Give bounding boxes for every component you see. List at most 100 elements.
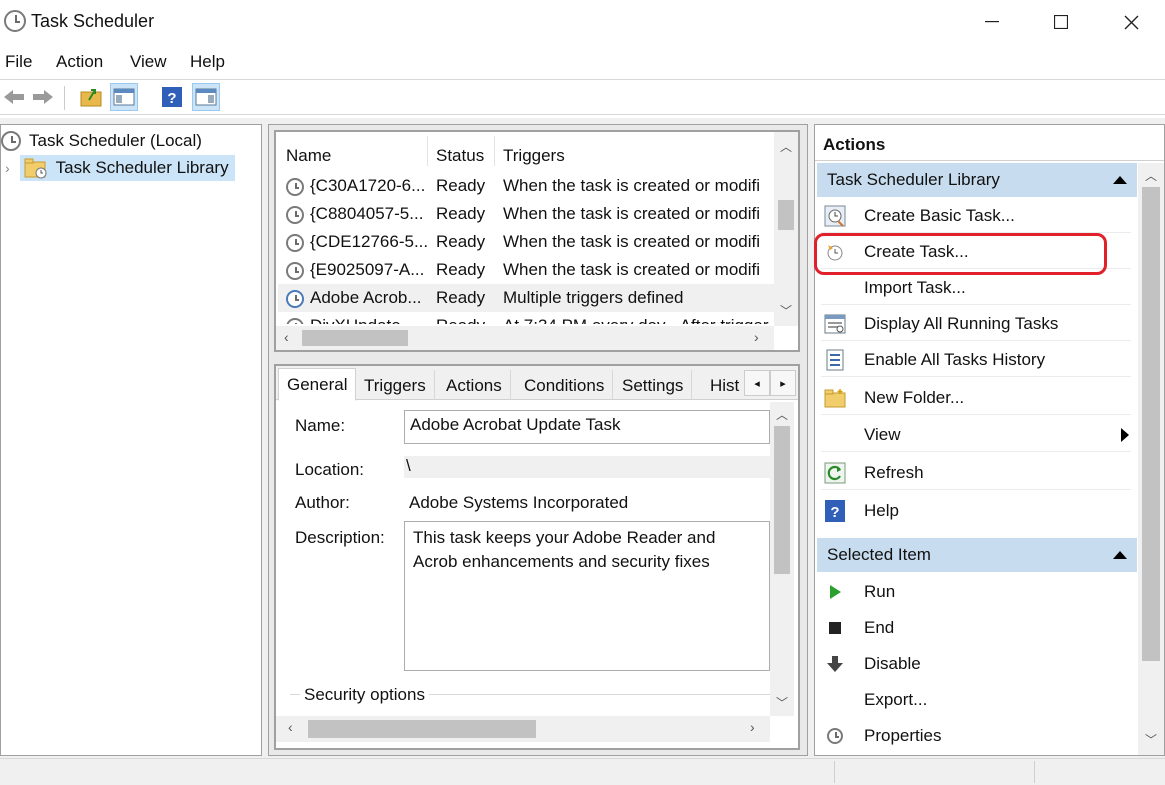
column-header-status[interactable]: Status <box>436 146 484 166</box>
tree-item-root[interactable]: Task Scheduler (Local) <box>1 128 202 154</box>
column-divider[interactable] <box>427 136 428 166</box>
menu-file[interactable]: File <box>5 52 32 72</box>
task-status: Ready <box>436 260 486 279</box>
collapse-arrow-icon[interactable] <box>1113 551 1127 559</box>
menu-action[interactable]: Action <box>56 52 103 72</box>
action-new-folder[interactable]: New Folder... <box>821 381 1131 415</box>
task-clock-icon <box>286 318 304 324</box>
tab-settings[interactable]: Settings <box>614 370 693 400</box>
up-folder-button[interactable] <box>77 83 105 111</box>
action-help[interactable]: ? Help <box>821 494 1131 528</box>
scrollbar-thumb[interactable] <box>1142 187 1160 661</box>
scroll-down-arrow-icon[interactable]: ﹀ <box>780 302 792 319</box>
tab-actions[interactable]: Actions <box>438 370 511 400</box>
tab-conditions[interactable]: Conditions <box>516 370 614 400</box>
task-row[interactable]: {CDE12766-5... Ready When the task is cr… <box>278 228 774 256</box>
scrollbar-thumb[interactable] <box>778 200 794 230</box>
action-label: End <box>864 618 895 637</box>
task-name: {E9025097-A... <box>310 260 425 279</box>
tab-scroll-left-button[interactable]: ◂ <box>744 370 770 396</box>
tree-item-library[interactable]: › Task Scheduler Library <box>5 155 235 181</box>
action-label: New Folder... <box>864 387 965 407</box>
tab-scroll-right-button[interactable]: ▸ <box>770 370 796 396</box>
scroll-left-arrow-icon[interactable]: ‹ <box>284 329 289 345</box>
action-label: Import Task... <box>864 277 966 297</box>
task-row[interactable]: {C30A1720-6... Ready When the task is cr… <box>278 172 774 200</box>
help-button[interactable]: ? <box>158 83 186 111</box>
actions-vertical-scrollbar[interactable]: ︿ ﹀ <box>1138 163 1164 755</box>
task-triggers: When the task is created or modifi <box>503 260 761 279</box>
scroll-down-arrow-icon[interactable]: ﹀ <box>1145 731 1157 748</box>
task-row-selected[interactable]: Adobe Acrob... Ready Multiple triggers d… <box>278 284 774 312</box>
description-field[interactable]: This task keeps your Adobe Reader and Ac… <box>404 521 770 671</box>
task-list-horizontal-scrollbar[interactable]: ‹ › <box>276 326 774 350</box>
maximize-button[interactable] <box>1038 0 1084 44</box>
scroll-up-arrow-icon[interactable]: ︿ <box>780 138 792 155</box>
task-status: Ready <box>436 316 485 324</box>
action-view[interactable]: View <box>821 418 1131 452</box>
task-row[interactable]: {E9025097-A... Ready When the task is cr… <box>278 256 774 284</box>
action-enable-history[interactable]: Enable All Tasks History <box>821 343 1131 377</box>
svg-text:?: ? <box>830 504 839 521</box>
section-header-library[interactable]: Task Scheduler Library <box>817 163 1137 197</box>
action-end[interactable]: End <box>821 611 1131 645</box>
tree-item-library-selection: Task Scheduler Library <box>19 155 235 181</box>
tab-general[interactable]: General <box>278 368 357 401</box>
scrollbar-thumb[interactable] <box>774 426 790 574</box>
column-divider[interactable] <box>494 136 495 166</box>
scrollbar-thumb[interactable] <box>308 720 536 738</box>
tree-item-root-label: Task Scheduler (Local) <box>29 131 202 150</box>
task-triggers: At 7:34 PM every day - After trigger <box>503 316 769 324</box>
action-label: Run <box>864 582 896 601</box>
action-run[interactable]: Run <box>821 575 1131 609</box>
details-horizontal-scrollbar[interactable]: ‹ › <box>276 716 770 742</box>
action-import-task[interactable]: Import Task... <box>821 271 1131 305</box>
folder-clock-icon <box>24 158 47 179</box>
show-hide-console-tree-button[interactable] <box>110 83 138 111</box>
action-refresh[interactable]: Refresh <box>821 456 1131 490</box>
back-button[interactable] <box>0 83 28 111</box>
action-create-basic-task[interactable]: Create Basic Task... <box>821 199 1131 233</box>
task-status: Ready <box>436 204 486 223</box>
tab-history[interactable]: Hist <box>702 370 747 400</box>
scroll-up-arrow-icon[interactable]: ︿ <box>1145 167 1157 184</box>
scrollbar-thumb[interactable] <box>302 330 408 346</box>
forward-arrow-icon <box>33 90 53 104</box>
close-button[interactable] <box>1108 0 1154 44</box>
disable-arrow-icon <box>823 652 847 676</box>
task-row[interactable]: DivXUpdate Ready At 7:34 PM every day - … <box>278 312 774 324</box>
show-hide-action-pane-button[interactable] <box>192 83 220 111</box>
section-header-selected-item[interactable]: Selected Item <box>817 538 1137 572</box>
scroll-up-arrow-icon[interactable]: ︿ <box>776 406 788 423</box>
action-label: Export... <box>864 690 928 709</box>
action-properties[interactable]: Properties <box>821 719 1131 753</box>
clock-icon <box>1 131 21 151</box>
tree-item-library-label: Task Scheduler Library <box>55 158 229 177</box>
description-label: Description: <box>295 528 385 547</box>
name-field[interactable]: Adobe Acrobat Update Task <box>404 410 770 444</box>
minimize-button[interactable] <box>969 0 1015 44</box>
forward-button[interactable] <box>29 83 57 111</box>
scroll-right-arrow-icon[interactable]: › <box>750 719 755 735</box>
action-label: Disable <box>864 654 921 673</box>
expand-chevron-icon[interactable]: › <box>5 160 10 176</box>
details-vertical-scrollbar[interactable]: ︿ ﹀ <box>770 402 794 716</box>
scroll-right-arrow-icon[interactable]: › <box>754 329 759 345</box>
task-scheduler-app-icon <box>4 10 26 32</box>
tab-triggers[interactable]: Triggers <box>356 370 435 400</box>
collapse-arrow-icon[interactable] <box>1113 176 1127 184</box>
highlight-annotation <box>814 233 1107 275</box>
scroll-down-arrow-icon[interactable]: ﹀ <box>776 694 788 711</box>
action-display-running-tasks[interactable]: Display All Running Tasks <box>821 307 1131 341</box>
task-list-vertical-scrollbar[interactable]: ︿ ﹀ <box>774 132 798 326</box>
status-divider <box>1034 761 1035 783</box>
task-clock-icon <box>286 178 304 196</box>
column-header-name[interactable]: Name <box>286 146 331 166</box>
action-disable[interactable]: Disable <box>821 647 1131 681</box>
column-header-triggers[interactable]: Triggers <box>503 146 565 166</box>
action-export[interactable]: Export... <box>821 683 1131 717</box>
menu-help[interactable]: Help <box>190 52 225 72</box>
task-row[interactable]: {C8804057-5... Ready When the task is cr… <box>278 200 774 228</box>
scroll-left-arrow-icon[interactable]: ‹ <box>288 719 293 735</box>
menu-view[interactable]: View <box>130 52 167 72</box>
